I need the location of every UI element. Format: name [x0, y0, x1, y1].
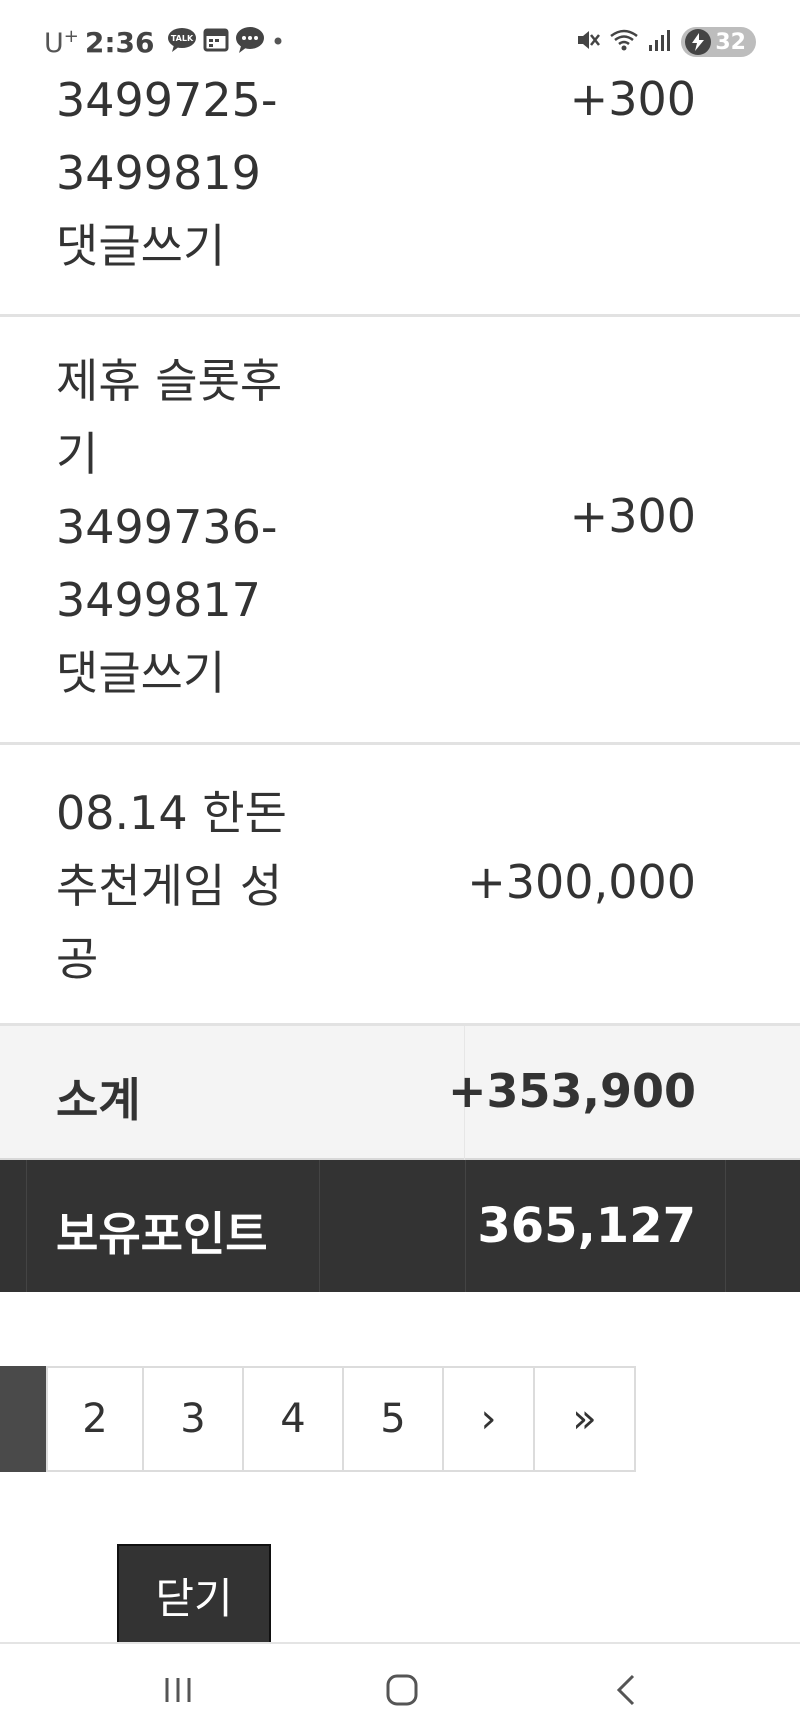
row-points: +300,000 — [467, 855, 696, 909]
column-divider — [725, 1160, 726, 1292]
column-divider — [465, 1160, 466, 1292]
row-description: 08.14 한돈 추천게임 성 공 — [56, 777, 316, 996]
desc-line: 3499819 — [56, 146, 261, 200]
desc-line: 08.14 한돈 — [56, 786, 287, 840]
row-description: 제휴 슬롯후 기 3499736- 3499817 댓글쓰기 — [56, 345, 316, 710]
desc-line: 추천게임 성 — [56, 859, 283, 913]
pagination: 2 3 4 5 › » — [0, 1366, 636, 1472]
table-row: 08.14 한돈 추천게임 성 공 +300,000 — [0, 745, 800, 1026]
recent-apps-icon[interactable] — [148, 1662, 208, 1718]
next-page-button[interactable]: › — [444, 1366, 535, 1472]
row-description: 3499725- 3499819 댓글쓰기 — [56, 64, 316, 283]
desc-line: 댓글쓰기 — [56, 646, 226, 700]
desc-line: 제휴 슬롯후 — [56, 354, 283, 408]
home-icon[interactable] — [372, 1662, 432, 1718]
holding-points-value: 365,127 — [477, 1198, 696, 1254]
holding-points-row: 보유포인트 365,127 — [0, 1160, 800, 1292]
subtotal-label: 소계 — [56, 1073, 141, 1127]
page-3-button[interactable]: 3 — [144, 1366, 244, 1472]
desc-line: 3499725- — [56, 73, 278, 127]
desc-line: 기 — [56, 427, 99, 481]
table-row: 제휴 슬롯후 기 3499736- 3499817 댓글쓰기 +300 — [0, 317, 800, 745]
table-row: 3499725- 3499819 댓글쓰기 +300 — [0, 0, 800, 317]
last-page-button[interactable]: » — [535, 1366, 636, 1472]
desc-line: 공 — [56, 932, 99, 986]
page-4-button[interactable]: 4 — [244, 1366, 344, 1472]
column-divider — [319, 1160, 320, 1292]
page-current[interactable] — [0, 1366, 46, 1472]
page-5-button[interactable]: 5 — [344, 1366, 444, 1472]
desc-line: 댓글쓰기 — [56, 219, 226, 273]
row-points: +300 — [569, 489, 696, 543]
close-button[interactable]: 닫기 — [117, 1544, 271, 1646]
desc-line: 3499736- — [56, 500, 278, 554]
holding-points-label: 보유포인트 — [56, 1207, 268, 1261]
desc-line: 3499817 — [56, 573, 261, 627]
back-icon[interactable] — [596, 1662, 656, 1718]
row-points: +300 — [569, 72, 696, 126]
navigation-bar — [0, 1642, 800, 1734]
page-2-button[interactable]: 2 — [46, 1366, 144, 1472]
subtotal-row: 소계 +353,900 — [0, 1026, 800, 1160]
column-divider — [26, 1160, 27, 1292]
subtotal-value: +353,900 — [447, 1064, 696, 1118]
